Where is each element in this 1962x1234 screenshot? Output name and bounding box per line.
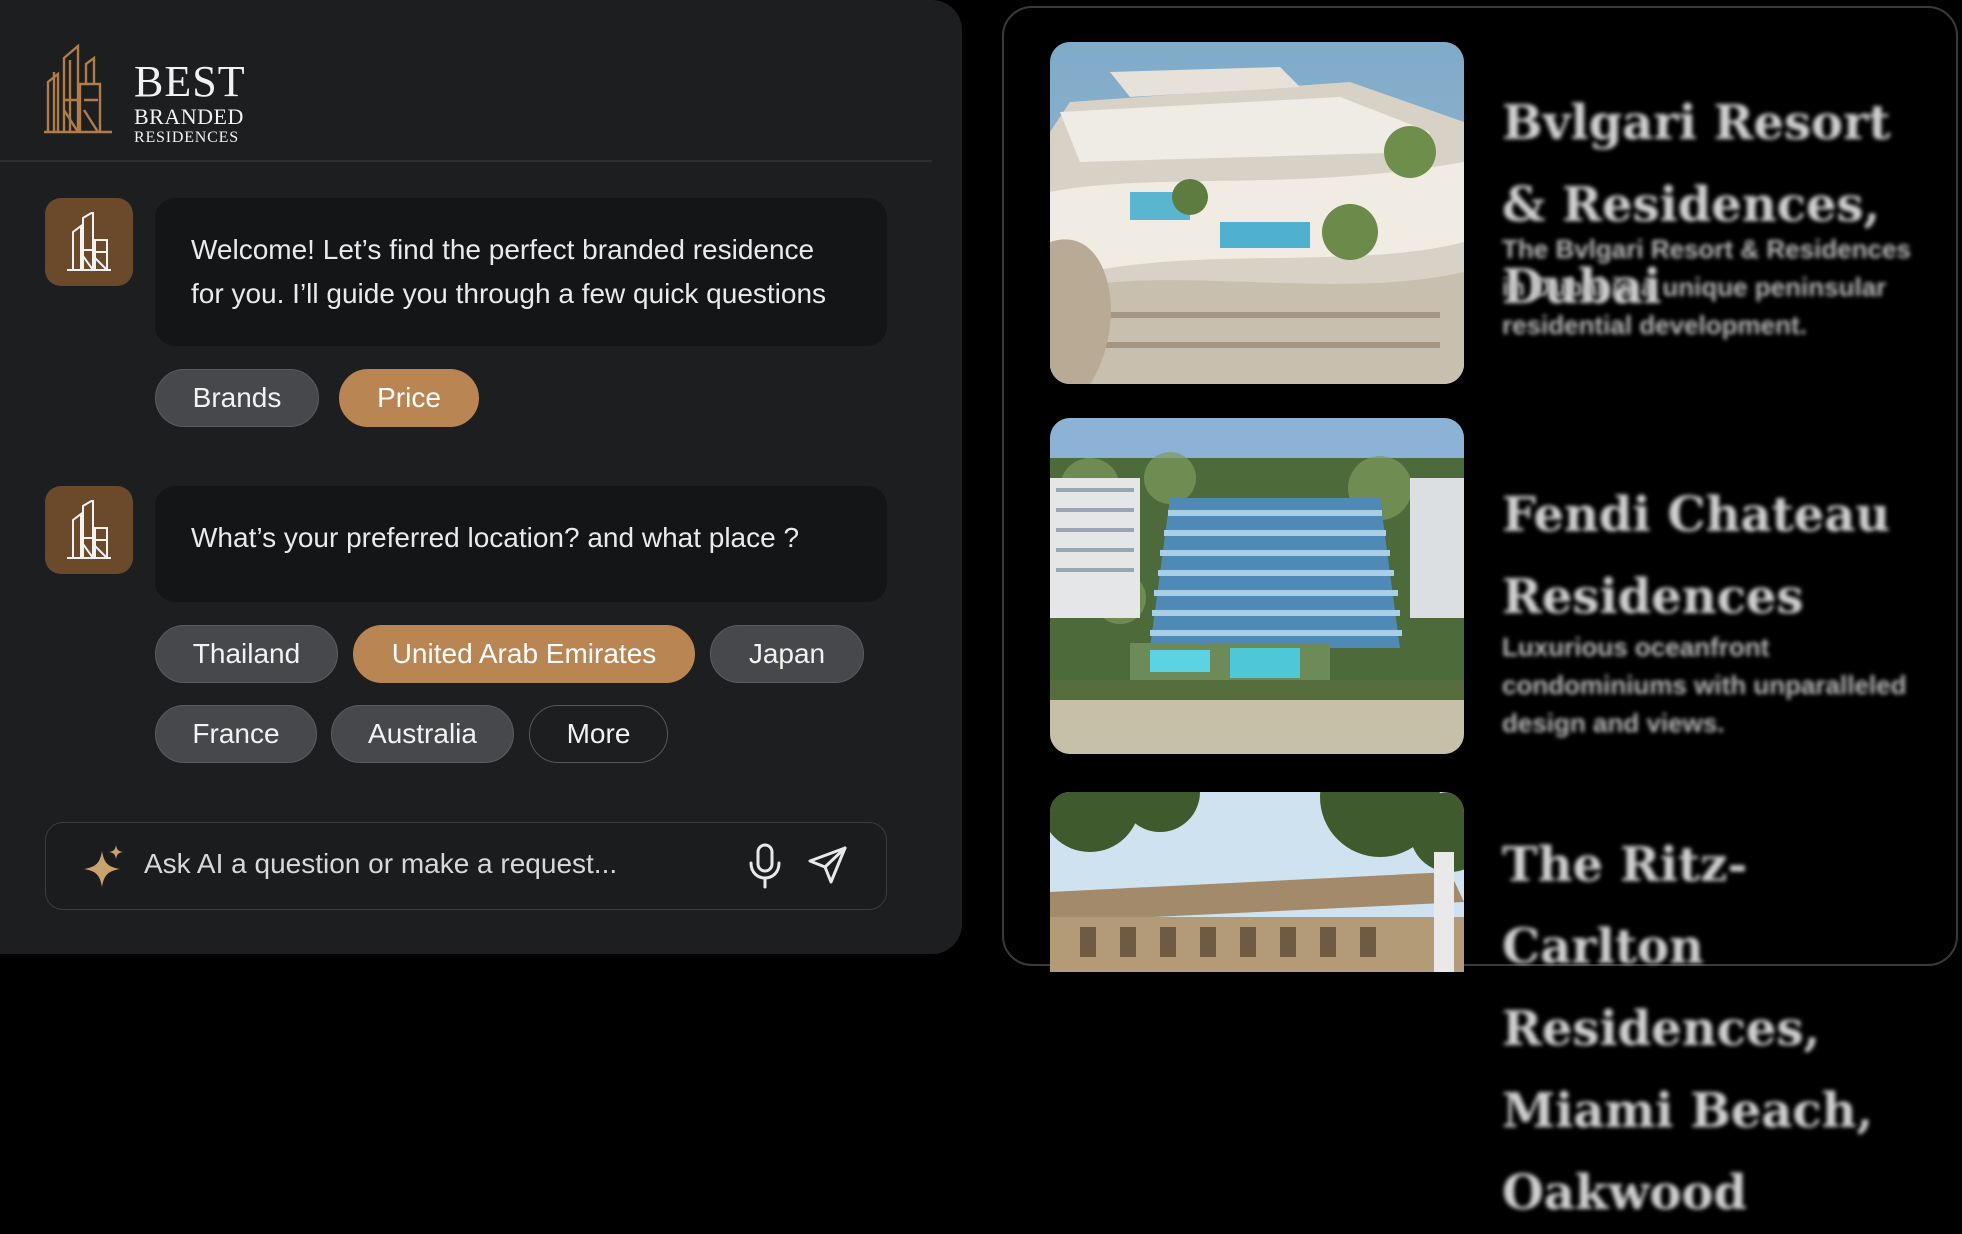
assistant-message: Welcome! Let’s find the perfect branded … — [155, 198, 887, 346]
option-more[interactable]: More — [529, 705, 668, 763]
option-japan[interactable]: Japan — [710, 625, 864, 683]
sparkle-icon — [84, 845, 124, 894]
option-brands[interactable]: Brands — [155, 369, 319, 427]
brand-logo-icon — [67, 500, 111, 559]
option-united-arab-emirates[interactable]: United Arab Emirates — [353, 625, 695, 683]
brand-line1: BEST — [134, 57, 246, 106]
brand-logo-icon — [67, 212, 111, 271]
listing-title-2[interactable]: Fendi Chateau Residences — [1502, 474, 1922, 638]
chat-input-placeholder[interactable]: Ask AI a question or make a request... — [144, 848, 617, 880]
assistant-message: What’s your preferred location? and what… — [155, 486, 887, 602]
listing-description-2: Luxurious oceanfront condominiums with u… — [1502, 632, 1907, 738]
listing-title-3[interactable]: The Ritz-Carlton Residences, Miami Beach… — [1502, 824, 1932, 1234]
brand-logo-icon — [44, 43, 114, 139]
listing-panel: Bvlgari Resort & Residences, Dubai The B… — [1002, 6, 1958, 1221]
microphone-icon[interactable] — [748, 843, 782, 894]
listing-description-1: The Bvlgari Resort & Residences in Dubai… — [1502, 234, 1911, 340]
assistant-avatar — [45, 198, 133, 286]
send-icon[interactable] — [808, 845, 848, 890]
option-australia[interactable]: Australia — [331, 705, 514, 763]
option-thailand[interactable]: Thailand — [155, 625, 338, 683]
chat-panel: BEST BRANDED RESIDENCES Welcome! Let’s f… — [0, 0, 962, 954]
listing-image-1[interactable] — [1050, 42, 1464, 384]
listing-image-2[interactable] — [1050, 418, 1464, 754]
listing-image-3[interactable] — [1050, 792, 1464, 972]
chat-input[interactable]: Ask AI a question or make a request... — [45, 822, 887, 910]
brand-wordmark: BEST BRANDED RESIDENCES — [134, 60, 246, 146]
assistant-avatar — [45, 486, 133, 574]
option-france[interactable]: France — [155, 705, 317, 763]
brand-line3: RESIDENCES — [134, 129, 239, 146]
option-price[interactable]: Price — [339, 369, 479, 427]
chat-header: BEST BRANDED RESIDENCES — [0, 0, 932, 162]
brand-line2: BRANDED — [134, 104, 244, 129]
